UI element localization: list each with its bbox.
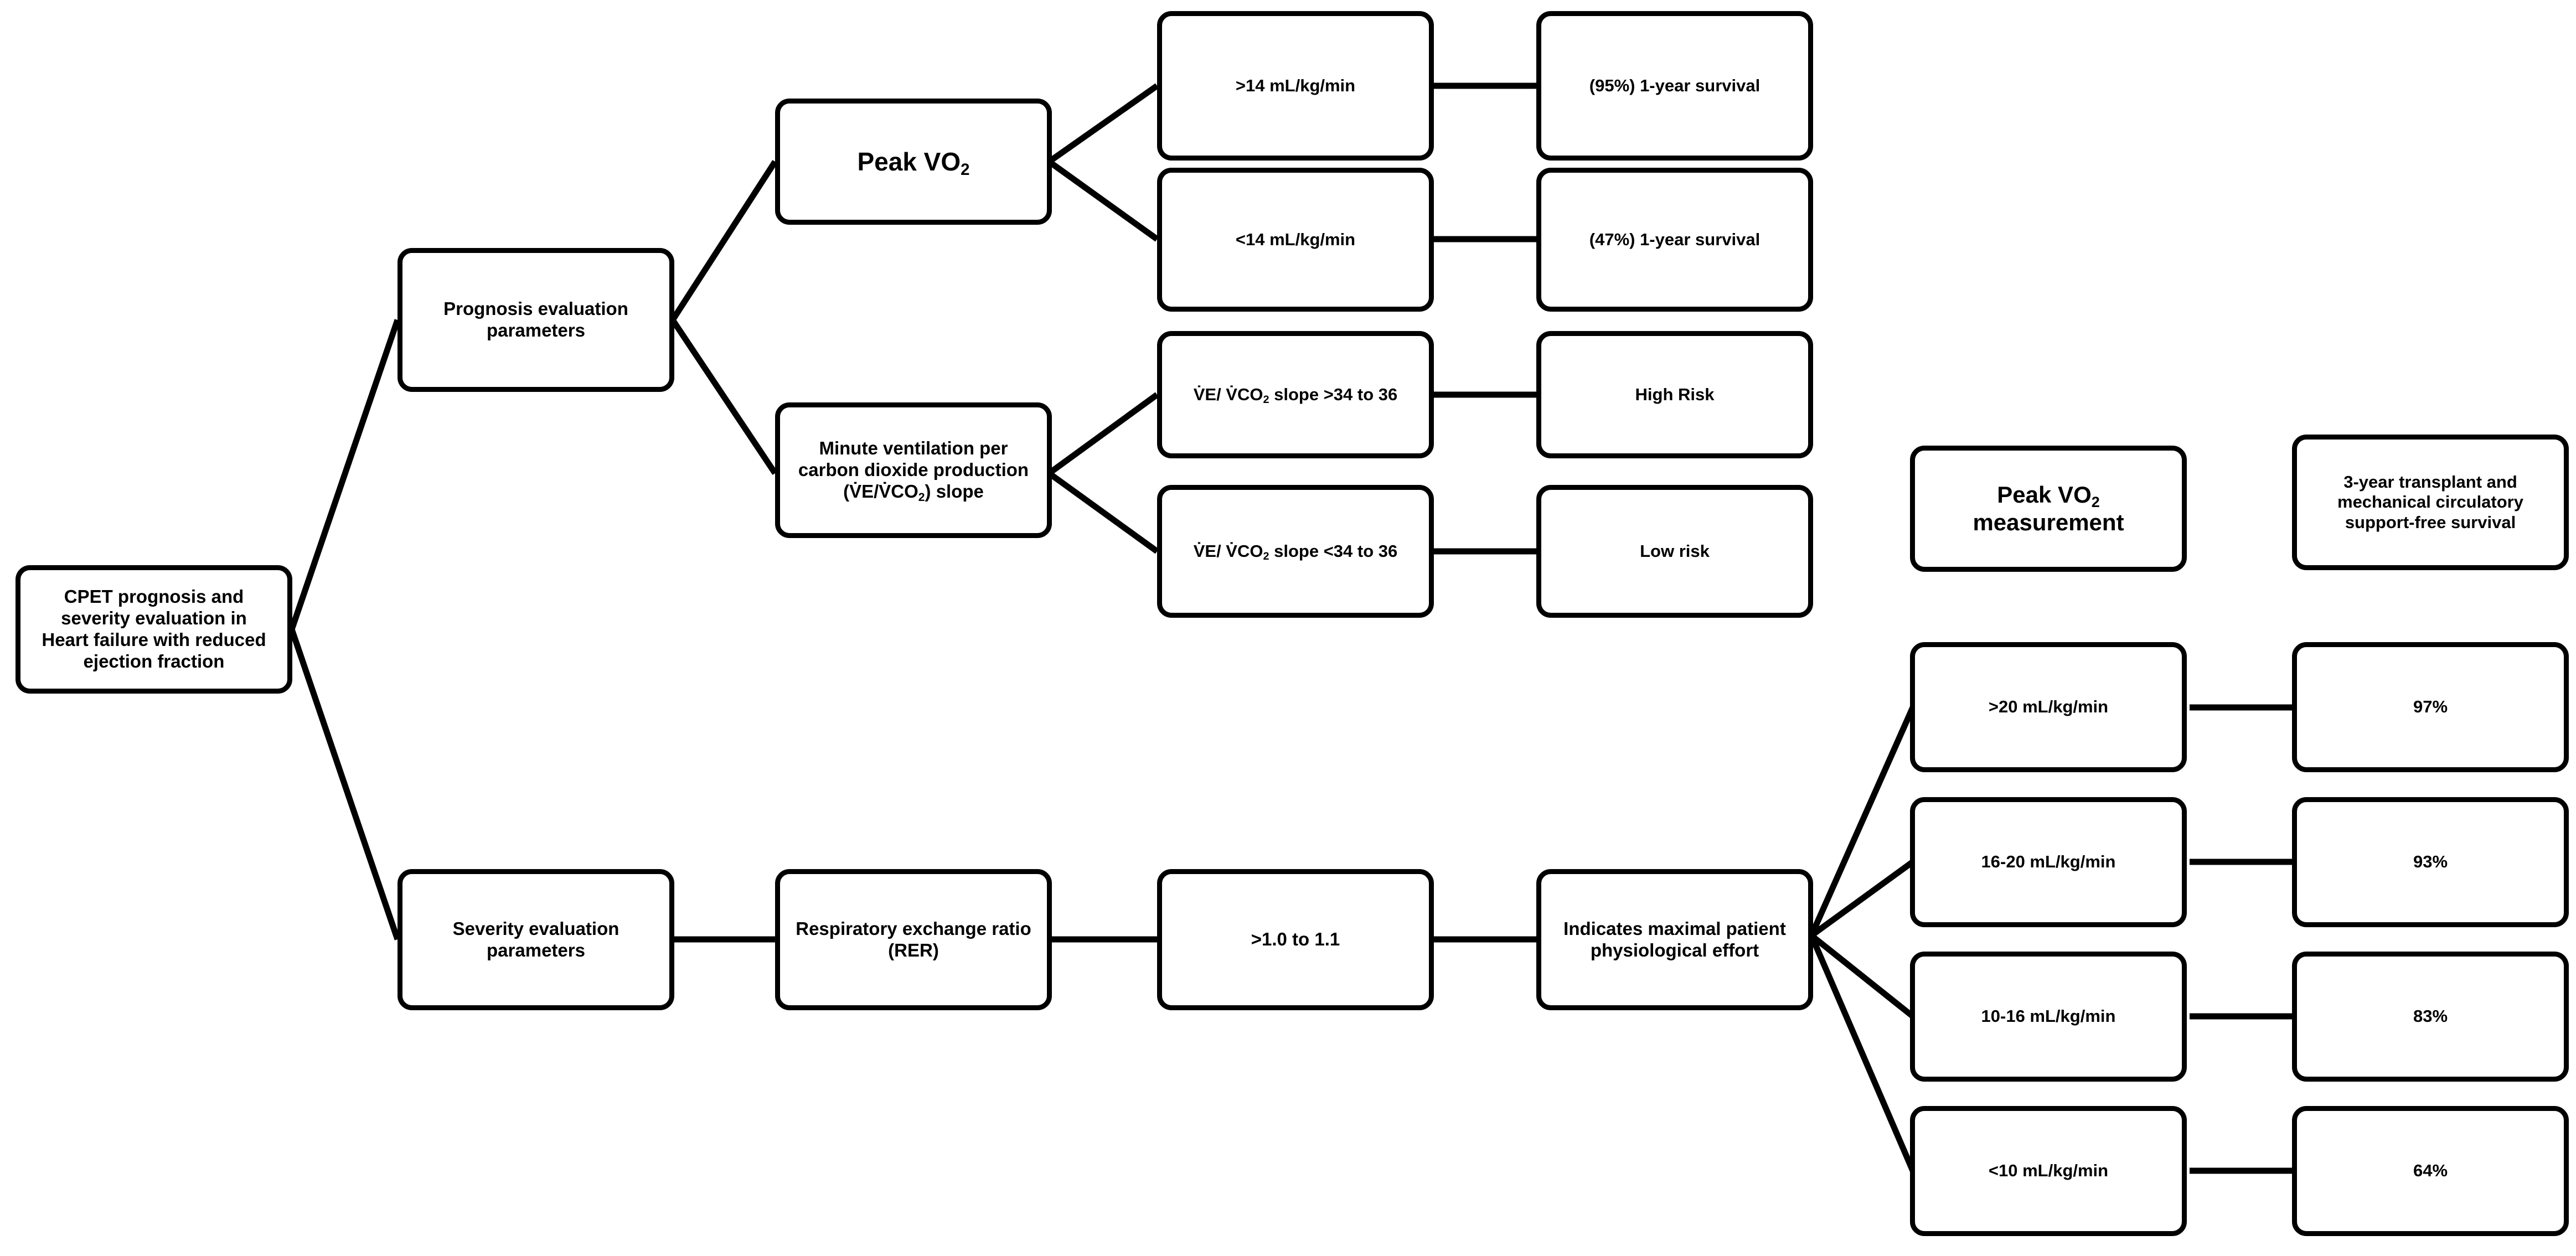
node-survival-row-1[interactable]: 97% bbox=[2292, 642, 2569, 772]
criterion-label: <14 mL/kg/min bbox=[1235, 229, 1356, 249]
edge-minvent-to-crit4 bbox=[1047, 471, 1159, 554]
measurement-label: >20 mL/kg/min bbox=[1988, 697, 2109, 717]
node-peak-vo2-criterion-2[interactable]: <14 mL/kg/min bbox=[1157, 168, 1434, 312]
node-peak-vo2-label: Peak VO2 bbox=[857, 147, 970, 179]
node-header-peak-vo2-measurement[interactable]: Peak VO2 measurement bbox=[1910, 446, 2187, 572]
edge-minvent-to-crit3 bbox=[1047, 392, 1159, 476]
outcome-label: Low risk bbox=[1640, 541, 1710, 561]
node-rer-value[interactable]: >1.0 to 1.1 bbox=[1157, 869, 1434, 1010]
node-minute-ventilation[interactable]: Minute ventilation per carbon dioxide pro… bbox=[775, 402, 1052, 538]
node-measurement-row-1[interactable]: >20 mL/kg/min bbox=[1910, 642, 2187, 772]
node-survival-row-2[interactable]: 93% bbox=[2292, 797, 2569, 927]
node-ve-vco2-outcome-2[interactable]: Low risk bbox=[1536, 485, 1813, 618]
flowchart-canvas: CPET prognosis and severity evaluation i… bbox=[0, 0, 2576, 1256]
node-peak-vo2-outcome-1[interactable]: (95%) 1-year survival bbox=[1536, 11, 1813, 161]
measurement-label: 16-20 mL/kg/min bbox=[1981, 852, 2116, 872]
node-peak-vo2[interactable]: Peak VO2 bbox=[775, 99, 1052, 225]
edge-peakvo2-to-crit2 bbox=[1047, 159, 1159, 242]
node-measurement-row-2[interactable]: 16-20 mL/kg/min bbox=[1910, 797, 2187, 927]
node-ve-vco2-outcome-1[interactable]: High Risk bbox=[1536, 331, 1813, 458]
outcome-label: High Risk bbox=[1635, 384, 1715, 404]
node-header-3-year-survival[interactable]: 3-year transplant and mechanical circula… bbox=[2292, 435, 2569, 570]
node-severity-evaluation-parameters[interactable]: Severity evaluation parameters bbox=[398, 869, 674, 1010]
node-root-label: CPET prognosis and severity evaluation i… bbox=[42, 586, 266, 671]
header-outcome-label: 3-year transplant and mechanical circula… bbox=[2337, 472, 2523, 532]
criterion-label: >14 mL/kg/min bbox=[1235, 75, 1356, 95]
outcome-label: (95%) 1-year survival bbox=[1589, 75, 1761, 95]
node-survival-row-3[interactable]: 83% bbox=[2292, 952, 2569, 1082]
edge-peakvo2-to-crit1 bbox=[1047, 83, 1159, 164]
node-maximal-effort-interpretation[interactable]: Indicates maximal patient physiological … bbox=[1536, 869, 1813, 1010]
outcome-label: (47%) 1-year survival bbox=[1589, 229, 1761, 249]
node-prognosis-label: Prognosis evaluation parameters bbox=[443, 298, 628, 340]
survival-label: 93% bbox=[2413, 852, 2448, 872]
node-respiratory-exchange-ratio[interactable]: Respiratory exchange ratio (RER) bbox=[775, 869, 1052, 1010]
survival-label: 64% bbox=[2413, 1161, 2448, 1181]
edge-root-to-prognosis bbox=[288, 319, 401, 630]
node-rer-label: Respiratory exchange ratio (RER) bbox=[796, 918, 1031, 960]
node-measurement-row-3[interactable]: 10-16 mL/kg/min bbox=[1910, 952, 2187, 1082]
node-interpretation-label: Indicates maximal patient physiological … bbox=[1563, 918, 1786, 960]
node-measurement-row-4[interactable]: <10 mL/kg/min bbox=[1910, 1106, 2187, 1236]
edge-prognosis-to-minvent bbox=[670, 318, 778, 475]
node-minute-ventilation-label: Minute ventilation per carbon dioxide pro… bbox=[798, 438, 1029, 504]
header-measurement-label: Peak VO2 measurement bbox=[1973, 482, 2124, 535]
node-peak-vo2-outcome-2[interactable]: (47%) 1-year survival bbox=[1536, 168, 1813, 312]
criterion-label: V̇E/ V̇CO2 slope >34 to 36 bbox=[1193, 384, 1398, 406]
node-ve-vco2-criterion-2[interactable]: V̇E/ V̇CO2 slope <34 to 36 bbox=[1157, 485, 1434, 618]
measurement-label: <10 mL/kg/min bbox=[1988, 1161, 2109, 1181]
node-peak-vo2-criterion-1[interactable]: >14 mL/kg/min bbox=[1157, 11, 1434, 161]
node-survival-row-4[interactable]: 64% bbox=[2292, 1106, 2569, 1236]
survival-label: 83% bbox=[2413, 1006, 2448, 1026]
node-root[interactable]: CPET prognosis and severity evaluation i… bbox=[16, 565, 292, 694]
node-rer-value-label: >1.0 to 1.1 bbox=[1251, 929, 1340, 950]
criterion-label: V̇E/ V̇CO2 slope <34 to 36 bbox=[1193, 541, 1398, 563]
node-ve-vco2-criterion-1[interactable]: V̇E/ V̇CO2 slope >34 to 36 bbox=[1157, 331, 1434, 458]
node-prognosis-evaluation-parameters[interactable]: Prognosis evaluation parameters bbox=[398, 248, 674, 392]
measurement-label: 10-16 mL/kg/min bbox=[1981, 1006, 2116, 1026]
edge-root-to-severity bbox=[288, 628, 401, 940]
survival-label: 97% bbox=[2413, 697, 2448, 717]
edge-interp-to-meas4 bbox=[1808, 934, 1916, 1172]
edge-prognosis-to-peakvo2 bbox=[670, 160, 778, 322]
node-severity-label: Severity evaluation parameters bbox=[452, 918, 620, 960]
